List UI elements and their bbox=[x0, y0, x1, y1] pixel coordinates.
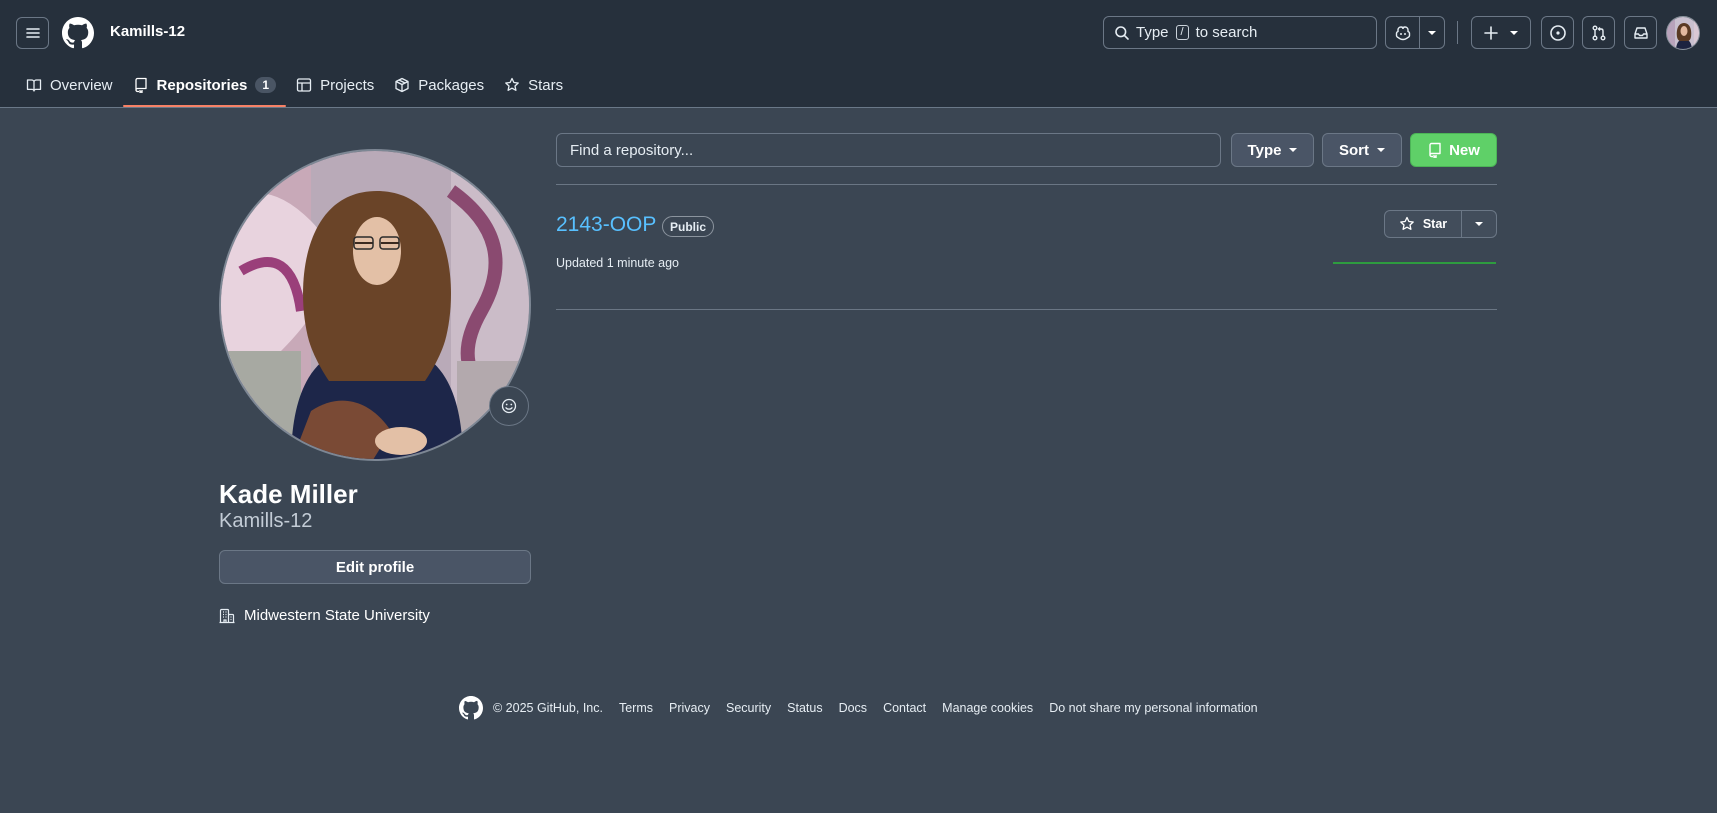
organization-name: Midwestern State University bbox=[244, 607, 430, 624]
package-icon bbox=[395, 77, 409, 93]
footer-link-terms[interactable]: Terms bbox=[619, 701, 653, 715]
new-button-label: New bbox=[1449, 141, 1480, 159]
copilot-dropdown-button[interactable] bbox=[1420, 30, 1444, 35]
type-filter-label: Type bbox=[1247, 141, 1282, 159]
profile-avatar bbox=[219, 149, 531, 461]
activity-sparkline bbox=[1333, 262, 1496, 264]
tab-label: Repositories bbox=[156, 76, 248, 94]
table-icon bbox=[296, 78, 312, 92]
top-header: Kamills-12 Type / to search Overview Rep… bbox=[0, 0, 1717, 108]
profile-photo-image bbox=[221, 151, 529, 459]
copilot-icon bbox=[1395, 25, 1410, 40]
page-footer: © 2025 GitHub, Inc. Terms Privacy Securi… bbox=[459, 696, 1274, 720]
footer-link-manage-cookies[interactable]: Manage cookies bbox=[942, 701, 1033, 715]
footer-link-docs[interactable]: Docs bbox=[839, 701, 867, 715]
chevron-down-icon bbox=[1289, 148, 1298, 152]
menu-icon bbox=[25, 28, 40, 38]
footer-link-do-not-share[interactable]: Do not share my personal information bbox=[1049, 701, 1257, 715]
tab-label: Stars bbox=[528, 76, 564, 94]
star-label: Star bbox=[1422, 217, 1448, 231]
chevron-down-icon bbox=[1428, 30, 1436, 35]
avatar-image bbox=[1667, 17, 1699, 49]
chevron-down-icon bbox=[1510, 30, 1518, 35]
organization-icon bbox=[219, 608, 235, 623]
smiley-icon bbox=[501, 398, 517, 414]
find-repository-input[interactable] bbox=[556, 133, 1221, 167]
profile-organization: Midwestern State University bbox=[219, 607, 430, 624]
new-repository-button[interactable]: New bbox=[1410, 133, 1497, 167]
context-username[interactable]: Kamills-12 bbox=[110, 23, 185, 40]
profile-username: Kamills-12 bbox=[219, 510, 313, 532]
repo-icon bbox=[134, 77, 147, 93]
github-footer-logo-icon[interactable] bbox=[459, 696, 483, 720]
repo-count-badge: 1 bbox=[255, 77, 277, 93]
footer-link-status[interactable]: Status bbox=[787, 701, 822, 715]
profile-full-name: Kade Miller bbox=[219, 479, 358, 509]
edit-profile-button[interactable]: Edit profile bbox=[219, 550, 531, 584]
star-button[interactable]: Star bbox=[1385, 211, 1462, 237]
pull-requests-button[interactable] bbox=[1582, 16, 1615, 49]
star-button-group: Star bbox=[1384, 210, 1497, 238]
footer-link-contact[interactable]: Contact bbox=[883, 701, 926, 715]
git-pull-request-icon bbox=[1592, 25, 1605, 40]
search-prefix-text: Type bbox=[1136, 24, 1169, 41]
plus-icon bbox=[1484, 25, 1498, 40]
star-icon bbox=[505, 77, 519, 91]
tab-label: Overview bbox=[50, 76, 113, 94]
tab-projects[interactable]: Projects bbox=[286, 64, 384, 106]
star-icon bbox=[1399, 216, 1414, 230]
repository-updated-time: Updated 1 minute ago bbox=[556, 256, 680, 270]
tab-label: Projects bbox=[320, 76, 375, 94]
footer-link-security[interactable]: Security bbox=[726, 701, 771, 715]
tab-repositories[interactable]: Repositories 1 bbox=[122, 64, 287, 107]
issues-button[interactable] bbox=[1541, 16, 1574, 49]
search-shortcut-key: / bbox=[1175, 25, 1189, 40]
inbox-button[interactable] bbox=[1624, 16, 1657, 49]
tab-overview[interactable]: Overview bbox=[16, 64, 123, 106]
global-search-button[interactable]: Type / to search bbox=[1103, 16, 1377, 49]
set-status-button[interactable] bbox=[489, 386, 529, 426]
list-divider-bottom bbox=[556, 309, 1497, 310]
tab-packages[interactable]: Packages bbox=[384, 64, 494, 106]
copilot-button[interactable] bbox=[1386, 17, 1420, 48]
sort-label: Sort bbox=[1339, 141, 1369, 159]
inbox-icon bbox=[1633, 26, 1648, 39]
chevron-down-icon bbox=[1475, 222, 1483, 226]
type-filter-button[interactable]: Type bbox=[1231, 133, 1314, 167]
user-avatar-button[interactable] bbox=[1666, 16, 1700, 50]
header-divider bbox=[1457, 21, 1458, 44]
star-lists-dropdown-button[interactable] bbox=[1462, 211, 1496, 237]
sort-button[interactable]: Sort bbox=[1322, 133, 1402, 167]
list-divider-top bbox=[556, 184, 1497, 185]
book-icon bbox=[26, 79, 42, 92]
repo-icon bbox=[1429, 142, 1441, 158]
tab-stars[interactable]: Stars bbox=[494, 64, 573, 106]
copilot-button-group bbox=[1385, 16, 1445, 49]
hamburger-menu-button[interactable] bbox=[16, 17, 49, 49]
search-icon bbox=[1115, 25, 1129, 40]
visibility-badge: Public bbox=[662, 216, 715, 237]
profile-tabs: Overview Repositories 1 Projects Package… bbox=[16, 64, 573, 108]
github-logo-icon[interactable] bbox=[62, 17, 94, 49]
issue-opened-icon bbox=[1549, 24, 1566, 41]
footer-copyright: © 2025 GitHub, Inc. bbox=[493, 701, 603, 715]
create-new-button[interactable] bbox=[1471, 16, 1531, 49]
tab-label: Packages bbox=[418, 76, 485, 94]
repository-name-link[interactable]: 2143-OOP bbox=[556, 213, 656, 237]
search-suffix-text: to search bbox=[1195, 24, 1258, 41]
chevron-down-icon bbox=[1377, 148, 1385, 152]
footer-link-privacy[interactable]: Privacy bbox=[669, 701, 710, 715]
